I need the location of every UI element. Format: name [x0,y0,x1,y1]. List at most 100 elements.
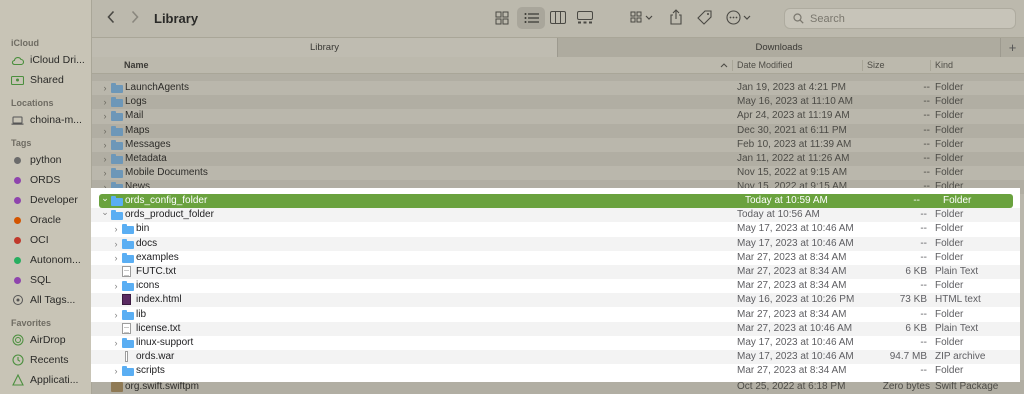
sidebar-item-tag[interactable]: Oracle [0,210,91,230]
sidebar-item-computer[interactable]: choina-m... [0,110,91,130]
sidebar-item-tag[interactable]: Developer [0,190,91,210]
tab-bar: Library Downloads + [92,37,1024,57]
file-size: -- [923,124,930,136]
sidebar-item-label: iCloud Dri... [30,54,85,66]
disclosure-collapsed-icon[interactable]: › [100,81,110,95]
sidebar-item-tag[interactable]: Autonom... [0,250,91,270]
group-button[interactable] [630,11,654,25]
sidebar-item-icloud-drive[interactable]: iCloud Dri... [0,50,91,70]
tab-downloads[interactable]: Downloads [557,38,1000,57]
list-view-button[interactable] [517,7,545,29]
disclosure-collapsed-icon[interactable]: › [100,124,110,138]
ellipsis-circle-icon [726,10,751,25]
file-row[interactable]: › examples Mar 27, 2023 at 8:34 AM -- Folder [91,251,1020,265]
disclosure-collapsed-icon[interactable]: › [111,279,121,293]
column-name[interactable]: Name [124,57,149,74]
file-row[interactable]: › Messages Feb 10, 2023 at 11:39 AM -- Folde… [92,138,1024,152]
file-name: icons [136,280,160,292]
file-row[interactable]: › Maps Dec 30, 2021 at 6:11 PM -- Folder [92,123,1024,138]
text-file-icon [122,266,134,277]
tab-library[interactable]: Library [92,38,557,57]
archive-file-icon [122,351,134,363]
sidebar-item-applications[interactable]: Applicati... [0,370,91,390]
column-kind[interactable]: Kind [935,57,953,74]
sidebar-item-label: Applicati... [30,374,79,386]
file-row[interactable]: license.txt Mar 27, 2023 at 10:46 AM 6 KB P… [91,321,1020,336]
sidebar-item-tag[interactable]: SQL [0,270,91,290]
sidebar: iCloud iCloud Dri... Shared Locations ch… [0,0,92,394]
file-row[interactable]: index.html May 16, 2023 at 10:26 PM 73 KB H… [91,293,1020,308]
file-row[interactable]: › scripts Mar 27, 2023 at 8:34 AM -- Folder [91,364,1020,378]
file-row[interactable]: › Mail Apr 24, 2023 at 11:19 AM -- Folder [92,109,1024,123]
column-separator[interactable] [862,60,863,71]
forward-button[interactable] [130,10,140,24]
sidebar-item-shared[interactable]: Shared [0,70,91,90]
file-row[interactable]: › bin May 17, 2023 at 10:46 AM -- Folder [91,222,1020,236]
disclosure-collapsed-icon[interactable]: › [111,237,121,251]
sidebar-item-tag[interactable]: ORDS [0,170,91,190]
sidebar-item-recents[interactable]: Recents [0,350,91,370]
file-row[interactable]: › Mobile Documents Nov 15, 2022 at 9:15 AM… [92,166,1024,180]
disclosure-collapsed-icon[interactable]: › [100,95,110,109]
disclosure-collapsed-icon[interactable]: › [111,364,121,378]
tag-icon [697,10,712,25]
disclosure-collapsed-icon[interactable]: › [111,251,121,265]
file-date-modified: Nov 15, 2022 at 9:15 AM [737,167,848,179]
file-row[interactable]: ords.war May 17, 2023 at 10:46 AM 94.7 MB Z… [91,350,1020,365]
new-tab-button[interactable]: + [1000,38,1024,57]
sort-chevron-icon[interactable] [720,57,728,74]
selected-file-row[interactable]: ⌄ ords_config_folder Today at 10:59 AM -- Fo… [99,191,1013,208]
disclosure-collapsed-icon[interactable]: › [100,166,110,180]
file-row[interactable]: › Logs May 16, 2023 at 11:10 AM -- Folder [92,95,1024,110]
folder-icon-wrap [122,366,134,377]
file-date-modified: May 16, 2023 at 10:26 PM [737,294,855,306]
disclosure-collapsed-icon[interactable]: › [111,222,121,236]
sidebar-item-tag[interactable]: All Tags... [0,290,91,310]
file-row[interactable]: FUTC.txt Mar 27, 2023 at 8:34 AM 6 KB Plain… [91,265,1020,279]
share-button[interactable] [670,9,682,25]
grid-view-icon [495,11,509,25]
disclosure-collapsed-icon[interactable]: › [100,138,110,152]
sidebar-item-airdrop[interactable]: AirDrop [0,330,91,350]
file-name: Metadata [125,153,167,164]
folder-icon-wrap [111,83,123,93]
icon-view-button[interactable] [495,11,509,25]
gallery-view-button[interactable] [577,11,593,24]
file-name: ords.war [136,351,175,363]
column-separator[interactable] [732,60,733,71]
file-row[interactable]: › linux-support May 17, 2023 at 10:46 AM --… [91,336,1020,350]
back-button[interactable] [106,10,116,24]
column-view-icon [550,11,566,24]
column-size[interactable]: Size [867,57,885,74]
file-name: docs [136,237,158,249]
file-row[interactable]: › docs May 17, 2023 at 10:46 AM -- Folder [91,236,1020,251]
file-kind: Plain Text [935,322,979,334]
column-view-button[interactable] [550,11,566,24]
file-row[interactable]: ⌄ ords_product_folder Today at 10:56 AM -- F… [91,205,1020,223]
file-date-modified: Dec 30, 2021 at 6:11 PM [737,124,847,136]
file-date-modified: Mar 27, 2023 at 8:34 AM [737,280,847,292]
file-row[interactable]: org.swift.swiftpm Oct 25, 2022 at 6:18 PM… [92,380,1024,394]
sidebar-item-tag[interactable]: OCI [0,230,91,250]
column-date-modified[interactable]: Date Modified [737,57,793,74]
sidebar-item-tag[interactable]: python [0,150,91,170]
file-kind: Folder [935,308,964,320]
file-date-modified: Mar 27, 2023 at 8:34 AM [737,266,847,277]
search-field[interactable]: Search [784,8,1016,29]
disclosure-collapsed-icon[interactable]: › [111,308,121,322]
folder-icon-wrap [122,281,134,292]
disclosure-collapsed-icon[interactable]: › [100,152,110,166]
more-actions-button[interactable] [726,10,752,25]
file-size: 6 KB [905,266,927,277]
disclosure-expanded-icon[interactable]: ⌄ [100,191,110,205]
file-row[interactable]: › icons Mar 27, 2023 at 8:34 AM -- Folder [91,279,1020,293]
disclosure-collapsed-icon[interactable]: › [100,109,110,123]
disclosure-expanded-icon[interactable]: ⌄ [100,205,110,219]
tag-button[interactable] [697,10,712,25]
file-row[interactable]: › lib Mar 27, 2023 at 8:34 AM -- Folder [91,308,1020,322]
file-row[interactable]: › Metadata Jan 11, 2022 at 11:26 AM -- Folde… [92,152,1024,166]
column-separator[interactable] [930,60,931,71]
file-row[interactable]: › LaunchAgents Jan 19, 2023 at 4:21 PM -- Fo… [92,81,1024,95]
file-kind: Folder [935,167,964,179]
disclosure-collapsed-icon[interactable]: › [111,336,121,350]
